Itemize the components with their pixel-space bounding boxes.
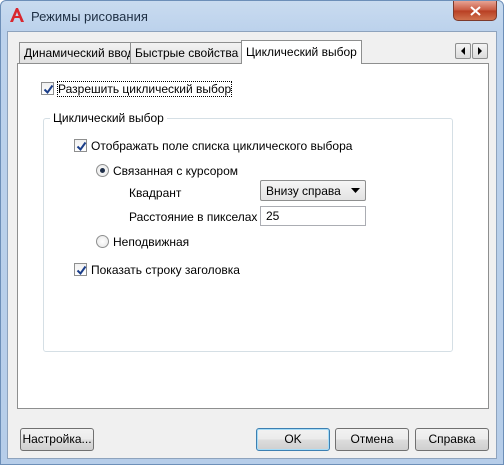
chevron-right-icon <box>478 47 482 55</box>
help-button[interactable]: Справка <box>415 428 489 451</box>
title-bar[interactable]: Режимы рисования <box>1 1 503 31</box>
close-button[interactable] <box>453 1 497 21</box>
settings-button[interactable]: Настройка... <box>20 428 94 451</box>
quadrant-label: Квадрант <box>129 186 182 200</box>
show-title-checkbox[interactable] <box>74 263 87 276</box>
tab-quick-properties[interactable]: Быстрые свойства <box>130 42 244 63</box>
tab-label: Циклический выбор <box>246 45 357 59</box>
close-icon <box>469 5 481 16</box>
tab-dynamic-input[interactable]: Динамический ввод <box>19 42 140 63</box>
show-list-label[interactable]: Отображать поле списка циклического выбо… <box>91 139 352 153</box>
checkmark-icon <box>76 141 87 152</box>
quadrant-value: Внизу справа <box>266 184 341 198</box>
static-label[interactable]: Неподвижная <box>113 235 189 249</box>
chevron-left-icon <box>461 47 465 55</box>
distance-input[interactable]: 25 <box>260 206 366 226</box>
enable-cycling-label[interactable]: Разрешить циклический выбор <box>56 81 233 97</box>
cancel-button[interactable]: Отмена <box>335 428 409 451</box>
radio-selected-dot <box>100 168 105 173</box>
cursor-dependent-radio[interactable] <box>96 164 109 177</box>
groupbox-title: Циклический выбор <box>50 111 167 125</box>
dialog-client-area: Динамический ввод Быстрые свойства Цикли… <box>7 31 497 459</box>
quadrant-dropdown[interactable]: Внизу справа <box>260 180 366 201</box>
static-radio[interactable] <box>96 235 109 248</box>
cursor-dependent-label[interactable]: Связанная с курсором <box>113 164 238 178</box>
tab-label: Быстрые свойства <box>135 46 239 60</box>
show-list-checkbox[interactable] <box>74 139 87 152</box>
dropdown-arrow-icon <box>351 188 360 193</box>
tab-scroll-right-button[interactable] <box>472 43 488 59</box>
autocad-logo-icon <box>10 8 24 22</box>
window-title: Режимы рисования <box>31 9 148 24</box>
dialog-window: Режимы рисования Динамический ввод Быстр… <box>0 0 504 465</box>
show-title-label[interactable]: Показать строку заголовка <box>91 263 240 277</box>
ok-button[interactable]: OK <box>256 428 330 451</box>
tab-label: Динамический ввод <box>24 46 135 60</box>
tab-scroll-left-button[interactable] <box>455 43 471 59</box>
tab-panel-selection-cycling: Разрешить циклический выбор Циклический … <box>17 63 489 409</box>
checkmark-icon <box>76 265 87 276</box>
enable-cycling-checkbox[interactable] <box>41 82 54 95</box>
checkmark-icon <box>43 84 54 95</box>
distance-label: Расстояние в пикселах <box>129 210 258 224</box>
tab-selection-cycling[interactable]: Циклический выбор <box>241 40 362 64</box>
